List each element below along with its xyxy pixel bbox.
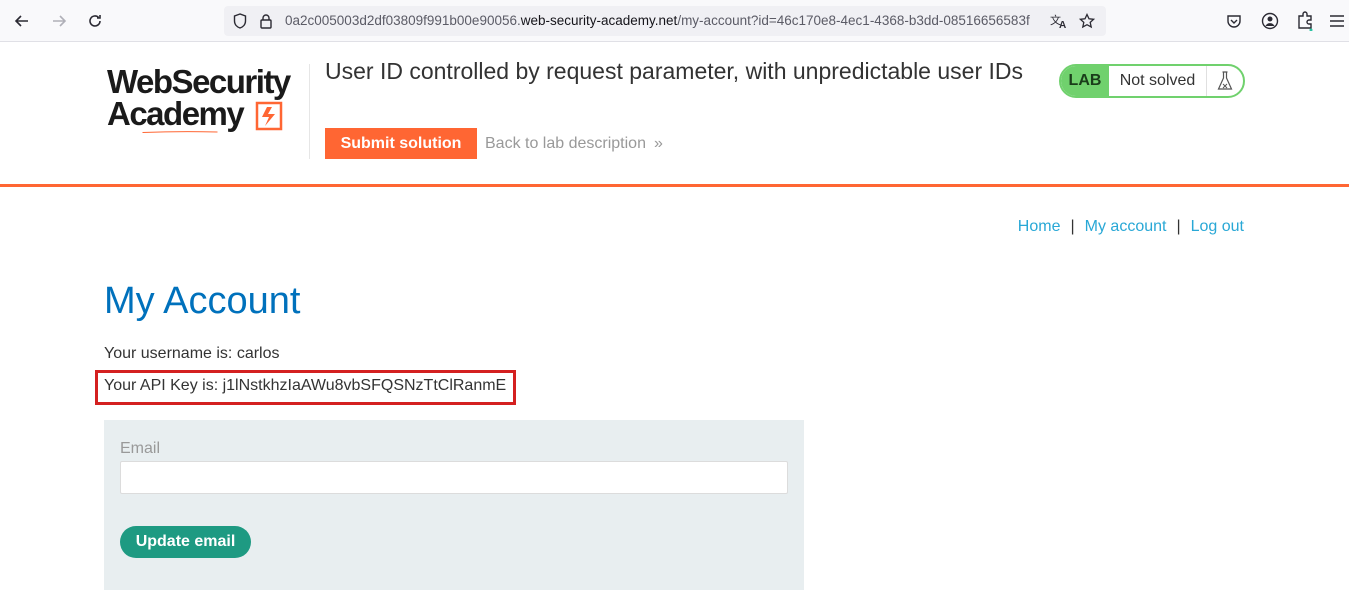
back-to-lab-description-link[interactable]: Back to lab description [485, 135, 646, 153]
page-title: My Account [104, 280, 301, 322]
nav-separator: | [1070, 218, 1075, 235]
translate-icon[interactable]: 文A [1049, 11, 1069, 31]
my-account-link[interactable]: My account [1085, 218, 1167, 235]
url-path: /my-account?id=46c170e8-4ec1-4368-b3dd-0… [677, 13, 1030, 28]
back-arrow-icon[interactable] [10, 9, 34, 33]
chevron-right-icon: » [654, 135, 663, 152]
email-input[interactable] [120, 461, 788, 494]
email-label: Email [120, 440, 161, 457]
lab-badge: LAB [1061, 66, 1109, 96]
update-email-button[interactable]: Update email [120, 526, 251, 558]
url-prefix: 0a2c005003d2df03809f991b00e90056. [285, 13, 521, 28]
logo-bolt-icon [255, 101, 283, 131]
star-icon[interactable] [1077, 11, 1097, 31]
home-link[interactable]: Home [1018, 218, 1061, 235]
account-nav: Home | My account | Log out [1018, 218, 1244, 236]
pocket-icon[interactable] [1222, 9, 1246, 33]
account-icon[interactable] [1258, 9, 1282, 33]
api-key-text: Your API Key is: j1lNstkhzIaAWu8vbSFQSNz… [104, 377, 507, 394]
web-security-academy-logo[interactable]: WebSecurity Academy [105, 64, 305, 136]
menu-icon[interactable] [1325, 9, 1349, 33]
url-text[interactable]: 0a2c005003d2df03809f991b00e90056.web-sec… [285, 13, 1030, 28]
url-bar[interactable]: 0a2c005003d2df03809f991b00e90056.web-sec… [224, 6, 1106, 36]
url-domain: web-security-academy.net [520, 13, 678, 28]
log-out-link[interactable]: Log out [1191, 218, 1244, 235]
svg-text:A: A [1059, 20, 1066, 29]
lock-icon[interactable] [256, 11, 276, 31]
lab-header: WebSecurity Academy User ID controlled b… [0, 42, 1349, 187]
reload-icon[interactable] [83, 9, 107, 33]
nav-separator: | [1176, 218, 1181, 235]
submit-solution-button[interactable]: Submit solution [325, 128, 477, 159]
lab-status-widget: LAB Not solved [1059, 64, 1245, 98]
update-email-form: Email Update email [104, 420, 804, 590]
logo-text-line2: Academy [107, 95, 245, 132]
browser-toolbar: 0a2c005003d2df03809f991b00e90056.web-sec… [0, 0, 1349, 42]
forward-arrow-icon[interactable] [47, 9, 71, 33]
logo-underline-icon [142, 131, 218, 133]
shield-icon[interactable] [230, 11, 250, 31]
flask-icon [1207, 66, 1243, 96]
extensions-icon[interactable] [1293, 9, 1317, 33]
lab-title: User ID controlled by request parameter,… [325, 58, 1023, 84]
header-divider [309, 64, 310, 159]
lab-status-text: Not solved [1109, 66, 1207, 96]
username-text: Your username is: carlos [104, 345, 280, 362]
